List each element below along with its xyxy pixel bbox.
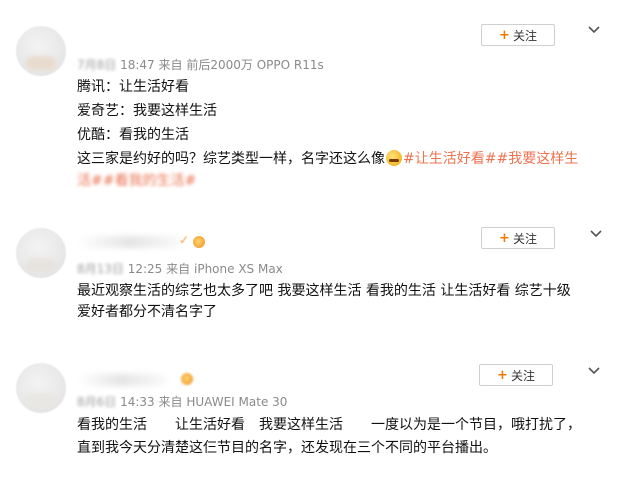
post-date: 8月6日 (77, 395, 117, 409)
post-line: 爱奇艺：我要这样生活 (77, 103, 217, 119)
post-meta: 7月8日 18:47 来自 前后2000万 OPPO R11s (77, 56, 324, 73)
verified-icon: ✓ (179, 233, 190, 247)
post-line: 腾讯：让生活好看 (77, 79, 189, 95)
post-source: 前后2000万 OPPO R11s (186, 58, 324, 72)
post-line: 最近观察生活的综艺也太多了吧 我要这样生活 看我的生活 让生活好看 综艺十级 (77, 283, 571, 299)
source-label: 来自 (166, 262, 191, 276)
username-blurred[interactable] (77, 236, 182, 248)
plus-icon: + (499, 230, 510, 246)
follow-button[interactable]: + 关注 (481, 227, 555, 249)
avatar[interactable] (16, 363, 66, 413)
post-time: 14:33 (120, 395, 155, 409)
emoji-badge-icon (193, 236, 205, 248)
avatar[interactable] (16, 26, 66, 76)
post-meta: 8月13日 12:25 来自 iPhone XS Max (77, 260, 283, 277)
chevron-down-icon[interactable] (588, 26, 600, 34)
follow-label: 关注 (512, 231, 537, 246)
post-line: 优酷：看我的生活 (77, 127, 189, 143)
follow-label: 关注 (512, 28, 537, 43)
follow-label: 关注 (510, 368, 535, 383)
source-label: 来自 (158, 395, 183, 409)
post-line: 看我的生活 让生活好看 我要这样生活 一度以为是一个节目，哦打扰了， (77, 417, 581, 433)
avatar[interactable] (16, 228, 66, 278)
post-line: 直到我今天分清楚这仨节目的名字，还发现在三个不同的平台播出。 (77, 440, 497, 456)
post-date: 8月13日 (77, 262, 124, 276)
laughing-emoji-icon (386, 150, 402, 166)
post-time: 12:25 (127, 262, 163, 276)
post-time: 18:47 (120, 58, 155, 72)
source-label: 来自 (158, 58, 183, 72)
plus-icon: + (499, 27, 510, 43)
post-line: 活##看我的生活# (77, 171, 196, 191)
plus-icon: + (497, 367, 508, 383)
emoji-badge-icon (181, 373, 193, 385)
hashtag-link[interactable]: #让生活好看##我要这样生 (403, 151, 578, 167)
username-blurred[interactable] (77, 374, 167, 386)
follow-button[interactable]: + 关注 (479, 364, 553, 386)
post-line: 这三家是约好的吗？综艺类型一样，名字还这么像 #让生活好看##我要这样生 (77, 150, 579, 167)
chevron-down-icon[interactable] (590, 230, 602, 238)
hashtag-link[interactable]: 活##看我的生活# (77, 173, 196, 189)
post-source: HUAWEI Mate 30 (186, 395, 288, 409)
post-line: 爱好者都分不清名字了 (77, 304, 217, 320)
chevron-down-icon[interactable] (588, 367, 600, 375)
post-meta: 8月6日 14:33 来自 HUAWEI Mate 30 (77, 393, 287, 410)
post-source: iPhone XS Max (194, 262, 283, 276)
follow-button[interactable]: + 关注 (481, 24, 555, 46)
post-date: 7月8日 (77, 58, 117, 72)
